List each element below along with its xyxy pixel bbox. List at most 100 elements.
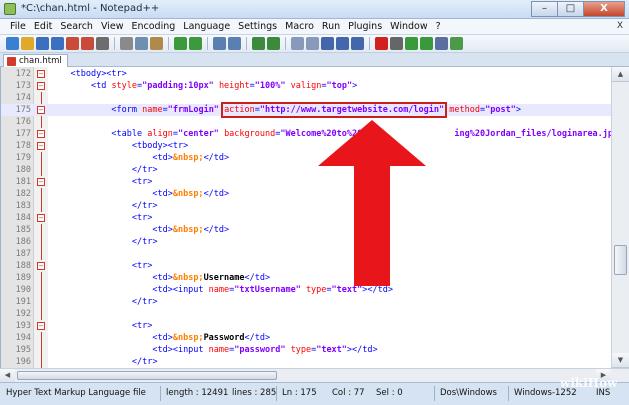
code-line[interactable]: 190 <td><input name="txtUsername" type="… [1,284,611,296]
save-icon[interactable] [36,37,49,50]
fold-toggle-icon[interactable]: − [37,106,45,114]
menu-encoding[interactable]: Encoding [128,19,180,34]
code-line[interactable]: 189 <td>&nbsp;Username</td> [1,272,611,284]
cut-icon[interactable] [120,37,133,50]
scroll-down-arrow-icon[interactable]: ▼ [612,353,629,368]
copy-icon[interactable] [135,37,148,50]
word-wrap-icon[interactable] [321,37,334,50]
line-number: 184 [15,213,31,223]
code-line[interactable]: 173− <td style="padding:10px" height="10… [1,80,611,92]
code-line[interactable]: 192 [1,308,611,320]
minimize-button[interactable]: – [531,1,557,17]
menu-help[interactable]: ? [432,19,445,34]
code-text: </tr> [131,297,158,307]
code-line[interactable]: 194 <td>&nbsp;Password</td> [1,332,611,344]
spell-check-icon[interactable] [450,37,463,50]
menu-run[interactable]: Run [318,19,344,34]
open-file-icon[interactable] [21,37,34,50]
code-line[interactable]: 174 [1,92,611,104]
stop-macro-icon[interactable] [390,37,403,50]
paste-icon[interactable] [150,37,163,50]
code-line[interactable]: 186 </tr> [1,236,611,248]
code-text: <td><input name="password" type="text"><… [152,345,378,355]
toolbar-separator [168,37,169,50]
code-line[interactable]: 188− <tr> [1,260,611,272]
fold-toggle-icon[interactable]: − [37,214,45,222]
code-text: <tr> [131,321,153,331]
menu-search[interactable]: Search [56,19,97,34]
find-icon[interactable] [213,37,226,50]
fold-line [41,224,42,236]
fold-toggle-icon[interactable]: − [37,142,45,150]
menu-plugins[interactable]: Plugins [344,19,386,34]
horizontal-scrollbar[interactable]: ◀ ▶ [0,368,629,382]
print-icon[interactable] [96,37,109,50]
zoom-out-icon[interactable] [267,37,280,50]
vertical-scroll-thumb[interactable] [614,245,627,275]
code-line[interactable]: 187 [1,248,611,260]
indent-guide-icon[interactable] [351,37,364,50]
replace-icon[interactable] [228,37,241,50]
zoom-in-icon[interactable] [252,37,265,50]
code-text: <td>&nbsp;Password</td> [152,333,271,343]
close-document-icon[interactable]: X [617,21,623,31]
save-all-icon[interactable] [51,37,64,50]
menu-view[interactable]: View [97,19,128,34]
sync-scroll-v-icon[interactable] [291,37,304,50]
close-all-icon[interactable] [81,37,94,50]
code-line[interactable]: 177− <table align="center" background="W… [1,128,611,140]
menu-language[interactable]: Language [179,19,234,34]
close-file-icon[interactable] [66,37,79,50]
line-number: 172 [15,69,31,79]
menu-edit[interactable]: Edit [30,19,56,34]
run-macro-multiple-icon[interactable] [420,37,433,50]
menu-file[interactable]: File [6,19,30,34]
code-text: <tbody><tr> [131,141,189,151]
scroll-left-arrow-icon[interactable]: ◀ [0,369,15,382]
record-macro-icon[interactable] [375,37,388,50]
code-line[interactable]: 184− <tr> [1,212,611,224]
code-line[interactable]: 191 </tr> [1,296,611,308]
vertical-scrollbar[interactable]: ▲ ▼ [611,67,629,368]
fold-toggle-icon[interactable]: − [37,82,45,90]
menu-macro[interactable]: Macro [281,19,318,34]
code-line[interactable]: 193− <tr> [1,320,611,332]
line-number: 192 [15,309,31,319]
new-file-icon[interactable] [6,37,19,50]
save-macro-icon[interactable] [435,37,448,50]
code-line[interactable]: 196 </tr> [1,356,611,368]
close-window-button[interactable]: X [583,1,625,17]
fold-line [41,188,42,200]
code-line[interactable]: 195 <td><input name="password" type="tex… [1,344,611,356]
sync-scroll-h-icon[interactable] [306,37,319,50]
tab-chan-html[interactable]: chan.html [3,54,68,67]
play-macro-icon[interactable] [405,37,418,50]
code-line[interactable]: 185 <td>&nbsp;</td> [1,224,611,236]
fold-line [41,116,42,128]
code-line[interactable]: 182 <td>&nbsp;</td> [1,188,611,200]
code-line[interactable]: 181− <tr> [1,176,611,188]
toolbar-separator [114,37,115,50]
show-all-chars-icon[interactable] [336,37,349,50]
code-line[interactable]: 183 </tr> [1,200,611,212]
code-editor[interactable]: 172− <tbody><tr> 173− <td style="padding:… [0,67,611,368]
menu-settings[interactable]: Settings [234,19,281,34]
code-line[interactable]: 178− <tbody><tr> [1,140,611,152]
undo-icon[interactable] [174,37,187,50]
line-number: 194 [15,333,31,343]
code-line[interactable]: 172− <tbody><tr> [1,68,611,80]
menu-window[interactable]: Window [386,19,431,34]
fold-toggle-icon[interactable]: − [37,130,45,138]
fold-toggle-icon[interactable]: − [37,262,45,270]
code-line[interactable]: 179 <td>&nbsp;</td> [1,152,611,164]
code-line[interactable]: 175− <form name="frmLogin" action="http:… [1,102,611,118]
horizontal-scroll-thumb[interactable] [17,371,277,380]
redo-icon[interactable] [189,37,202,50]
fold-toggle-icon[interactable]: − [37,178,45,186]
maximize-button[interactable]: □ [557,1,583,17]
code-line[interactable]: 180 </tr> [1,164,611,176]
code-line[interactable]: 176 [1,116,611,128]
scroll-up-arrow-icon[interactable]: ▲ [612,67,629,82]
fold-toggle-icon[interactable]: − [37,70,45,78]
fold-toggle-icon[interactable]: − [37,322,45,330]
